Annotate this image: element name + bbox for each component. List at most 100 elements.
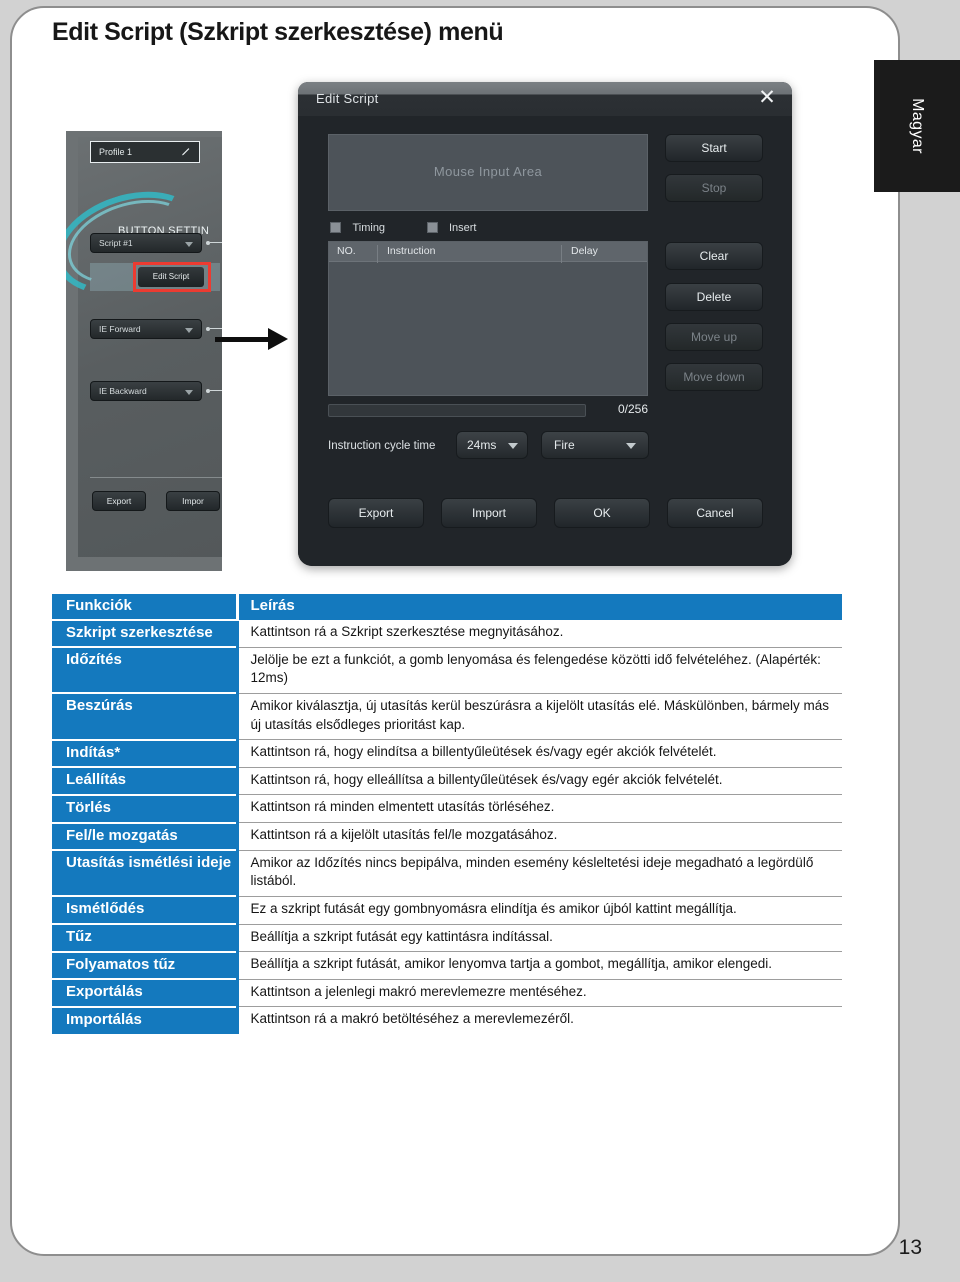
app-panel-inner: Profile 1 BUTTON SETTIN Script #1 Edit S… [66, 137, 222, 557]
mode-value: Fire [554, 438, 575, 452]
language-tab: Magyar [874, 60, 960, 192]
dropdown-ie-backward-label: IE Backward [99, 386, 147, 396]
callout-arrow-head-icon [268, 328, 288, 350]
table-row: Folyamatos tűz Beállítja a szkript futásá… [52, 950, 842, 980]
table-body: Szkript szerkesztése Kattintson rá a Szkr… [52, 618, 842, 1034]
callout-arrow-line [215, 337, 271, 342]
instruction-list[interactable]: NO. Instruction Delay [328, 241, 648, 396]
column-header-instruction: Instruction [387, 245, 436, 257]
table-row: Importálás Kattintson rá a makró betöltés… [52, 1005, 842, 1034]
language-tab-label: Magyar [909, 98, 926, 154]
table-cell-function: Utasítás ismétlési ideje [52, 849, 237, 897]
page-title: Edit Script (Szkript szerkesztése) menü [52, 18, 504, 46]
figure-edit-script: Profile 1 BUTTON SETTIN Script #1 Edit S… [0, 56, 880, 571]
checkbox-timing-label: Timing [352, 221, 386, 234]
table-cell-function: Indítás* [52, 738, 237, 768]
dropdown-ie-forward-callout-line [210, 328, 222, 329]
dropdown-script-callout-line [210, 242, 222, 243]
dropdown-ie-backward-callout-line [210, 390, 222, 391]
column-header-no: NO. [337, 245, 356, 257]
table-cell-function: Exportálás [52, 978, 237, 1007]
table-cell-function: Leállítás [52, 766, 237, 795]
mouse-input-area-label: Mouse Input Area [433, 164, 543, 179]
table-cell-function: Időzítés [52, 646, 237, 694]
checkbox-insert-label: Insert [448, 221, 477, 234]
table-row: Fel/le mozgatás Kattintson rá a kijelölt … [52, 821, 842, 851]
table-row: Törlés Kattintson rá minden elmentett uta… [52, 793, 842, 823]
table-cell-description: Kattintson rá, hogy elindítsa a billenty… [235, 739, 842, 768]
table-row: Szkript szerkesztése Kattintson rá a Szkr… [52, 618, 842, 648]
column-divider [377, 245, 378, 263]
cancel-button[interactable]: Cancel [667, 498, 763, 528]
table-row: Időzítés Jelölje be ezt a funkciót, a gom… [52, 646, 842, 694]
mode-select[interactable]: Fire [541, 431, 649, 459]
table-cell-description: Amikor kiválasztja, új utasítás kerül be… [235, 692, 842, 740]
dropdown-script-label: Script #1 [99, 238, 133, 248]
start-button[interactable]: Start [665, 134, 763, 162]
panel-import-button[interactable]: Impor [166, 491, 220, 511]
panel-export-button[interactable]: Export [92, 491, 146, 511]
move-down-button[interactable]: Move down [665, 363, 763, 391]
page-number: 13 [898, 1236, 922, 1259]
column-divider [561, 245, 562, 263]
table-cell-description: Beállítja a szkript futását egy kattintá… [235, 923, 842, 952]
table-cell-function: Folyamatos tűz [52, 950, 237, 980]
table-header-row: Funkciók Leírás [52, 594, 842, 620]
column-header-function: Funkciók [52, 594, 237, 620]
table-cell-description: Kattintson rá a makró betöltéséhez a mer… [235, 1006, 842, 1034]
table-cell-function: Beszúrás [52, 692, 237, 740]
table-cell-description: Kattintson rá a Szkript szerkesztése meg… [235, 620, 842, 648]
column-header-delay: Delay [571, 245, 598, 257]
table-cell-function: Szkript szerkesztése [52, 618, 237, 648]
table-row: Ismétlődés Ez a szkript futását egy gombn… [52, 895, 842, 924]
table-row: Exportálás Kattintson a jelenlegi makró m… [52, 978, 842, 1007]
edit-script-dialog: Edit Script ✕ Mouse Input Area Timing In… [298, 82, 792, 566]
table-row: Tűz Beállítja a szkript futását egy katti… [52, 923, 842, 952]
close-icon[interactable]: ✕ [756, 87, 778, 109]
table-row: Leállítás Kattintson rá, hogy elleállítsa… [52, 766, 842, 795]
edit-script-button[interactable]: Edit Script [138, 267, 204, 287]
checkbox-timing[interactable]: Timing [330, 219, 385, 237]
checkbox-box-icon [330, 222, 341, 234]
chevron-down-icon [626, 443, 636, 449]
checkbox-insert[interactable]: Insert [426, 219, 477, 237]
ok-button[interactable]: OK [554, 498, 650, 528]
profile-selector[interactable]: Profile 1 [90, 141, 200, 163]
checkbox-box-icon [426, 222, 438, 234]
export-button[interactable]: Export [328, 498, 424, 528]
chevron-down-icon [185, 328, 193, 333]
table-cell-function: Ismétlődés [52, 895, 237, 924]
stop-button[interactable]: Stop [665, 174, 763, 202]
app-settings-panel: Profile 1 BUTTON SETTIN Script #1 Edit S… [66, 131, 222, 571]
table-row: Indítás* Kattintson rá, hogy elindítsa a … [52, 738, 842, 768]
capacity-row: 0/256 [328, 402, 648, 419]
mouse-input-area[interactable]: Mouse Input Area [328, 134, 648, 211]
table-row: Utasítás ismétlési ideje Amikor az Időzít… [52, 849, 842, 897]
table-cell-description: Amikor az Időzítés nincs bepipálva, mind… [235, 849, 842, 897]
page-root: Magyar Edit Script (Szkript szerkesztése… [0, 0, 960, 1282]
chevron-down-icon [185, 242, 193, 247]
move-up-button[interactable]: Move up [665, 323, 763, 351]
table-head: Funkciók Leírás [52, 594, 842, 620]
table-cell-description: Jelölje be ezt a funkciót, a gomb lenyom… [235, 646, 842, 694]
import-button[interactable]: Import [441, 498, 537, 528]
table-cell-description: Kattintson a jelenlegi makró merevlemezr… [235, 978, 842, 1007]
dropdown-ie-forward[interactable]: IE Forward [90, 319, 202, 339]
chevron-down-icon [185, 390, 193, 395]
table-cell-description: Kattintson rá minden elmentett utasítás … [235, 794, 842, 823]
delete-button[interactable]: Delete [665, 283, 763, 311]
cycle-time-select[interactable]: 24ms [456, 431, 528, 459]
panel-divider [90, 477, 222, 478]
checkbox-row: Timing Insert [330, 219, 513, 237]
instruction-list-header: NO. Instruction Delay [329, 242, 647, 263]
pencil-icon [181, 148, 190, 156]
table-row: Beszúrás Amikor kiválasztja, új utasítás … [52, 692, 842, 740]
clear-button[interactable]: Clear [665, 242, 763, 270]
chevron-down-icon [508, 443, 518, 449]
dropdown-ie-forward-label: IE Forward [99, 324, 141, 334]
table-cell-function: Törlés [52, 793, 237, 823]
dropdown-script[interactable]: Script #1 [90, 233, 202, 253]
function-description-table: Funkciók Leírás Szkript szerkesztése Katt… [52, 594, 842, 1034]
dropdown-ie-backward[interactable]: IE Backward [90, 381, 202, 401]
capacity-progress-bar [328, 404, 586, 417]
